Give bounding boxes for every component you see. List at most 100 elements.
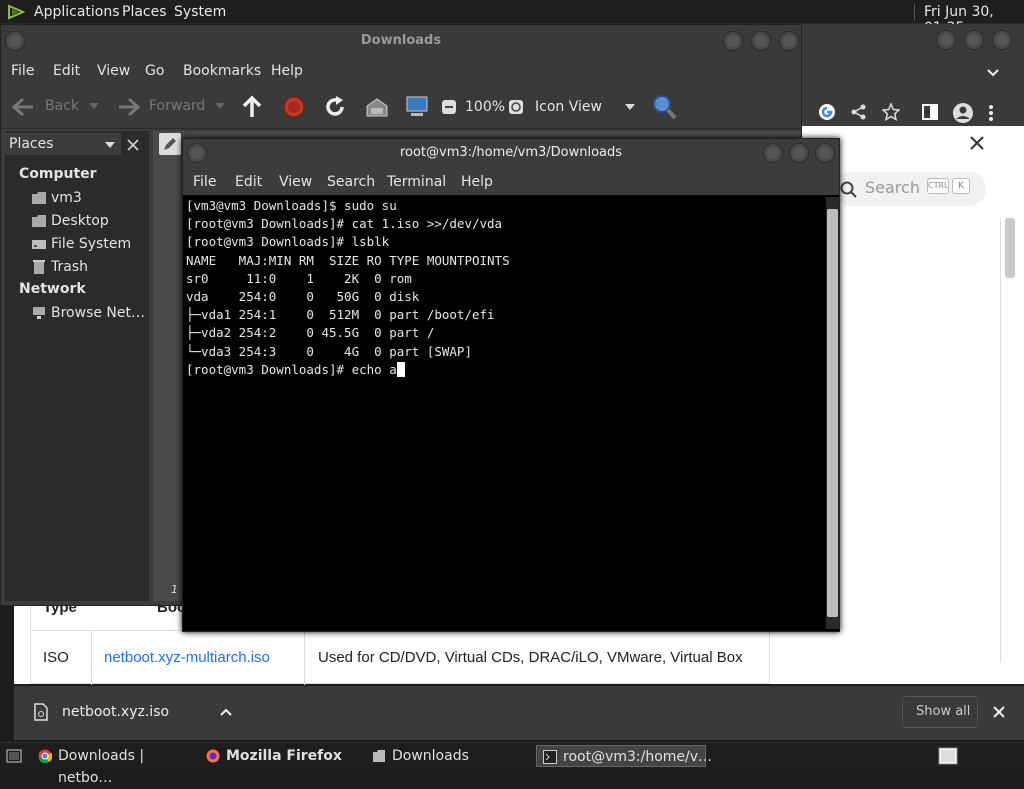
firefox-icon xyxy=(206,749,220,763)
drive-icon xyxy=(32,240,46,249)
search-box[interactable]: Search CTRL K xyxy=(834,172,986,206)
terminal-icon xyxy=(543,750,557,764)
chevron-up-icon[interactable] xyxy=(220,708,232,716)
applications-menu[interactable]: Applications xyxy=(34,4,120,20)
taskbar-item-terminal[interactable]: root@vm3:/home/v… xyxy=(536,745,712,767)
page-scrollbar-thumb[interactable] xyxy=(1005,218,1015,278)
taskbar-label: Downloads xyxy=(392,748,469,764)
forward-label: Forward xyxy=(149,98,206,114)
minimize-button[interactable] xyxy=(723,31,743,51)
location-edit-button[interactable] xyxy=(159,133,181,155)
window-menu-button[interactable] xyxy=(187,143,207,163)
bookmark-star-icon[interactable] xyxy=(882,103,900,121)
close-button[interactable] xyxy=(992,30,1012,50)
menu-help[interactable]: Help xyxy=(461,174,493,190)
places-selector[interactable]: Places xyxy=(5,133,121,155)
maximize-button[interactable] xyxy=(964,30,984,50)
more-menu-icon[interactable] xyxy=(988,104,994,122)
stop-icon[interactable] xyxy=(283,96,305,118)
places-sidebar: Places Computer vm3 Desktop File System … xyxy=(5,131,149,601)
terminal-prompt-line[interactable]: [root@vm3 Downloads]# echo a xyxy=(186,361,825,379)
file-manager-toolbar: Back Forward 100% Icon View xyxy=(1,85,801,129)
close-button[interactable] xyxy=(779,31,799,51)
close-sidebar-icon[interactable] xyxy=(127,139,139,151)
menu-help[interactable]: Help xyxy=(271,63,303,79)
dropdown-arrow-icon xyxy=(105,142,115,148)
download-bar: netboot.xyz.iso Show all xyxy=(14,686,1024,740)
side-panel-icon[interactable] xyxy=(922,104,938,120)
minimize-button[interactable] xyxy=(763,143,783,163)
column-divider xyxy=(91,631,92,685)
chrome-address-row xyxy=(800,100,1024,126)
menu-bookmarks[interactable]: Bookmarks xyxy=(183,63,261,79)
zoom-in-icon[interactable] xyxy=(508,99,524,115)
menu-file[interactable]: File xyxy=(11,63,34,79)
download-filename: netboot.xyz.iso xyxy=(62,704,170,720)
terminal-cursor xyxy=(396,361,405,377)
terminal-input[interactable]: [root@vm3 Downloads]# echo a xyxy=(186,362,397,377)
taskbar: Downloads | netbo… Mozilla Firefox Downl… xyxy=(0,742,1024,786)
terminal-scrollbar[interactable] xyxy=(826,197,839,629)
sidebar-item-file-system[interactable]: File System xyxy=(31,235,145,255)
taskbar-label: Downloads | netbo… xyxy=(58,748,145,786)
menu-edit[interactable]: Edit xyxy=(53,63,80,79)
sidebar-item-desktop[interactable]: Desktop xyxy=(31,212,145,232)
show-desktop-icon[interactable] xyxy=(6,749,22,763)
computer-icon[interactable] xyxy=(405,95,429,119)
close-icon[interactable] xyxy=(993,706,1005,718)
close-button[interactable] xyxy=(815,143,835,163)
sidebar-item-browse-network[interactable]: Browse Net… xyxy=(31,304,145,324)
menu-terminal[interactable]: Terminal xyxy=(387,174,446,190)
home-folder-icon[interactable] xyxy=(365,96,389,118)
chevron-down-icon[interactable] xyxy=(986,66,1000,80)
menu-edit[interactable]: Edit xyxy=(235,174,262,190)
system-menu[interactable]: System xyxy=(174,4,226,20)
close-icon[interactable] xyxy=(970,136,984,150)
forward-button[interactable]: Forward xyxy=(115,95,229,119)
google-icon[interactable] xyxy=(818,103,836,121)
file-manager-titlebar[interactable]: Downloads xyxy=(1,25,801,57)
up-arrow-icon[interactable] xyxy=(241,95,263,119)
sidebar-item-trash[interactable]: Trash xyxy=(31,258,145,278)
places-menu[interactable]: Places xyxy=(122,4,167,20)
terminal-titlebar[interactable]: root@vm3:/home/vm3/Downloads xyxy=(183,139,839,167)
menu-file[interactable]: File xyxy=(193,174,216,190)
terminal-menubar: File Edit View Search Terminal Help xyxy=(183,167,839,195)
share-icon[interactable] xyxy=(850,103,868,121)
terminal-line: [root@vm3 Downloads]# cat 1.iso >>/dev/v… xyxy=(186,216,503,232)
menu-view[interactable]: View xyxy=(97,63,130,79)
taskbar-item-downloads[interactable]: Downloads xyxy=(366,745,530,767)
table-row: ISO netboot.xyz-multiarch.iso Used for C… xyxy=(30,630,770,685)
maximize-button[interactable] xyxy=(789,143,809,163)
shortcut-key-ctrl: CTRL xyxy=(927,178,949,194)
menu-view[interactable]: View xyxy=(279,174,312,190)
reload-icon[interactable] xyxy=(323,95,347,119)
trash-icon xyxy=(33,260,45,274)
taskbar-item-firefox[interactable]: Mozilla Firefox xyxy=(200,745,364,767)
menu-search[interactable]: Search xyxy=(327,174,375,190)
window-menu-button[interactable] xyxy=(5,31,25,51)
back-button[interactable]: Back xyxy=(9,95,105,119)
desktop-folder-icon xyxy=(32,215,46,227)
terminal-output[interactable]: [vm3@vm3 Downloads]$ sudo su [root@vm3 Do… xyxy=(185,197,825,629)
workspace-switcher-icon[interactable] xyxy=(938,747,958,765)
view-mode-select[interactable]: Icon View xyxy=(531,95,641,119)
sidebar-item-label: vm3 xyxy=(51,190,82,206)
terminal-line: ├─vda1 254:1 0 512M 0 part /boot/efi xyxy=(186,307,495,323)
taskbar-item-chrome[interactable]: Downloads | netbo… xyxy=(32,745,194,786)
terminal-scrollbar-thumb[interactable] xyxy=(827,209,838,617)
profile-avatar-icon[interactable] xyxy=(952,102,974,124)
iso-download-link[interactable]: netboot.xyz-multiarch.iso xyxy=(104,649,270,666)
distro-logo-icon[interactable] xyxy=(6,3,26,21)
minimize-button[interactable] xyxy=(936,30,956,50)
show-all-button[interactable]: Show all xyxy=(902,696,978,728)
menu-go[interactable]: Go xyxy=(145,63,164,79)
terminal-line: sr0 11:0 1 2K 0 rom xyxy=(186,270,412,286)
sidebar-item-vm3[interactable]: vm3 xyxy=(31,189,145,209)
search-icon[interactable] xyxy=(651,93,677,121)
row-description: Used for CD/DVD, Virtual CDs, DRAC/iLO, … xyxy=(318,649,743,666)
download-item[interactable]: netboot.xyz.iso xyxy=(28,696,246,730)
maximize-button[interactable] xyxy=(751,31,771,51)
row-type: ISO xyxy=(43,649,69,666)
zoom-out-icon[interactable] xyxy=(441,99,457,115)
